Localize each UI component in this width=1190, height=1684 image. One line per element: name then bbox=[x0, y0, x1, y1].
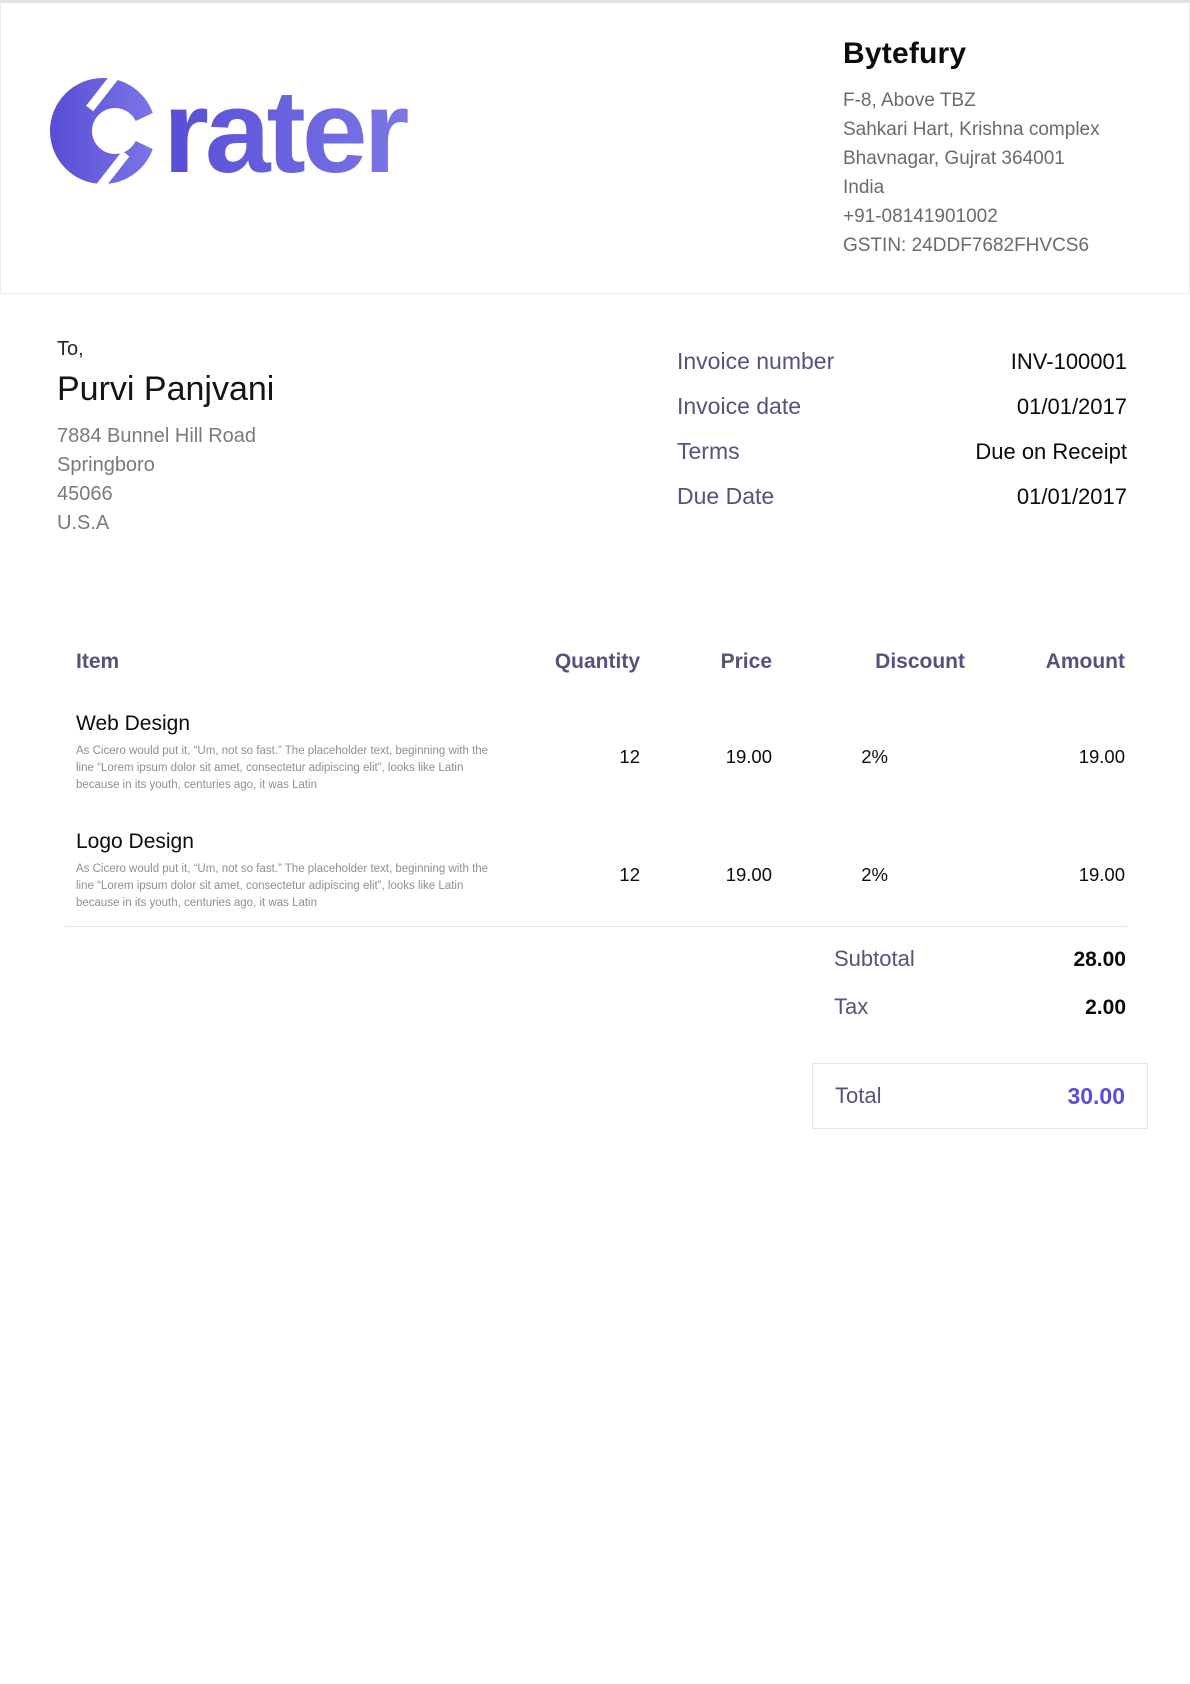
totals-divider bbox=[65, 926, 1127, 927]
header-item: Item bbox=[76, 648, 500, 676]
recipient-to-label: To, bbox=[57, 336, 274, 362]
tax-value: 2.00 bbox=[1085, 996, 1126, 1020]
total-value: 30.00 bbox=[1067, 1083, 1125, 1110]
invoice-date-value: 01/01/2017 bbox=[1017, 394, 1127, 420]
subtotal-label: Subtotal bbox=[834, 946, 915, 972]
due-date-value: 01/01/2017 bbox=[1017, 484, 1127, 510]
company-address-line: F-8, Above TBZ bbox=[843, 86, 1163, 115]
item-price: 19.00 bbox=[640, 710, 772, 794]
item-quantity: 12 bbox=[500, 828, 640, 912]
table-row: Logo Design As Cicero would put it, “Um,… bbox=[76, 828, 1125, 912]
terms-value: Due on Receipt bbox=[975, 439, 1127, 465]
due-date-label: Due Date bbox=[677, 483, 774, 510]
header-quantity: Quantity bbox=[500, 648, 640, 676]
invoice-number-value: INV-100001 bbox=[1011, 349, 1127, 375]
company-address-line: Sahkari Hart, Krishna complex bbox=[843, 115, 1163, 144]
recipient-address-line: U.S.A bbox=[57, 509, 274, 538]
invoice-page: rater Bytefury F-8, Above TBZ Sahkari Ha… bbox=[0, 0, 1190, 1684]
item-description: As Cicero would put it, “Um, not so fast… bbox=[76, 743, 496, 794]
recipient-name: Purvi Panjvani bbox=[57, 370, 274, 409]
item-discount: 2% bbox=[772, 710, 965, 794]
crater-c-mark bbox=[50, 71, 165, 193]
invoice-date-row: Invoice date 01/01/2017 bbox=[677, 393, 1127, 438]
item-name: Web Design bbox=[76, 710, 500, 738]
company-phone: +91-08141901002 bbox=[843, 202, 1163, 231]
items-table-header: Item Quantity Price Discount Amount bbox=[76, 648, 1125, 676]
company-address-line: Bhavnagar, Gujrat 364001 bbox=[843, 144, 1163, 173]
item-discount: 2% bbox=[772, 828, 965, 912]
totals-section: Subtotal 28.00 Tax 2.00 Total 30.00 bbox=[812, 946, 1148, 1129]
company-address-line: India bbox=[843, 173, 1163, 202]
company-info: Bytefury F-8, Above TBZ Sahkari Hart, Kr… bbox=[843, 37, 1163, 260]
item-amount: 19.00 bbox=[965, 828, 1125, 912]
invoice-meta: Invoice number INV-100001 Invoice date 0… bbox=[677, 348, 1127, 528]
header-price: Price bbox=[640, 648, 772, 676]
header-discount: Discount bbox=[772, 648, 965, 676]
crater-logo-icon: rater bbox=[47, 71, 492, 193]
item-price: 19.00 bbox=[640, 828, 772, 912]
company-gstin: GSTIN: 24DDF7682FHVCS6 bbox=[843, 231, 1163, 260]
recipient-address-line: Springboro bbox=[57, 451, 274, 480]
item-amount: 19.00 bbox=[965, 710, 1125, 794]
subtotal-value: 28.00 bbox=[1073, 948, 1126, 972]
total-label: Total bbox=[835, 1083, 881, 1109]
header: rater Bytefury F-8, Above TBZ Sahkari Ha… bbox=[0, 0, 1190, 294]
recipient-address-line: 7884 Bunnel Hill Road bbox=[57, 422, 274, 451]
table-row: Web Design As Cicero would put it, “Um, … bbox=[76, 710, 1125, 794]
tax-row: Tax 2.00 bbox=[812, 994, 1148, 1042]
header-amount: Amount bbox=[965, 648, 1125, 676]
recipient-address-line: 45066 bbox=[57, 480, 274, 509]
total-box: Total 30.00 bbox=[812, 1063, 1148, 1129]
invoice-number-label: Invoice number bbox=[677, 348, 834, 375]
item-description: As Cicero would put it, “Um, not so fast… bbox=[76, 861, 496, 912]
terms-row: Terms Due on Receipt bbox=[677, 438, 1127, 483]
recipient-block: To, Purvi Panjvani 7884 Bunnel Hill Road… bbox=[57, 336, 274, 538]
item-name: Logo Design bbox=[76, 828, 500, 856]
terms-label: Terms bbox=[677, 438, 740, 465]
subtotal-row: Subtotal 28.00 bbox=[812, 946, 1148, 994]
tax-label: Tax bbox=[834, 994, 868, 1020]
crater-logo: rater bbox=[47, 71, 492, 193]
crater-wordmark: rater bbox=[163, 71, 408, 193]
items-table: Item Quantity Price Discount Amount Web … bbox=[76, 648, 1125, 912]
item-quantity: 12 bbox=[500, 710, 640, 794]
company-name: Bytefury bbox=[843, 37, 1163, 71]
invoice-number-row: Invoice number INV-100001 bbox=[677, 348, 1127, 393]
invoice-date-label: Invoice date bbox=[677, 393, 801, 420]
due-date-row: Due Date 01/01/2017 bbox=[677, 483, 1127, 528]
